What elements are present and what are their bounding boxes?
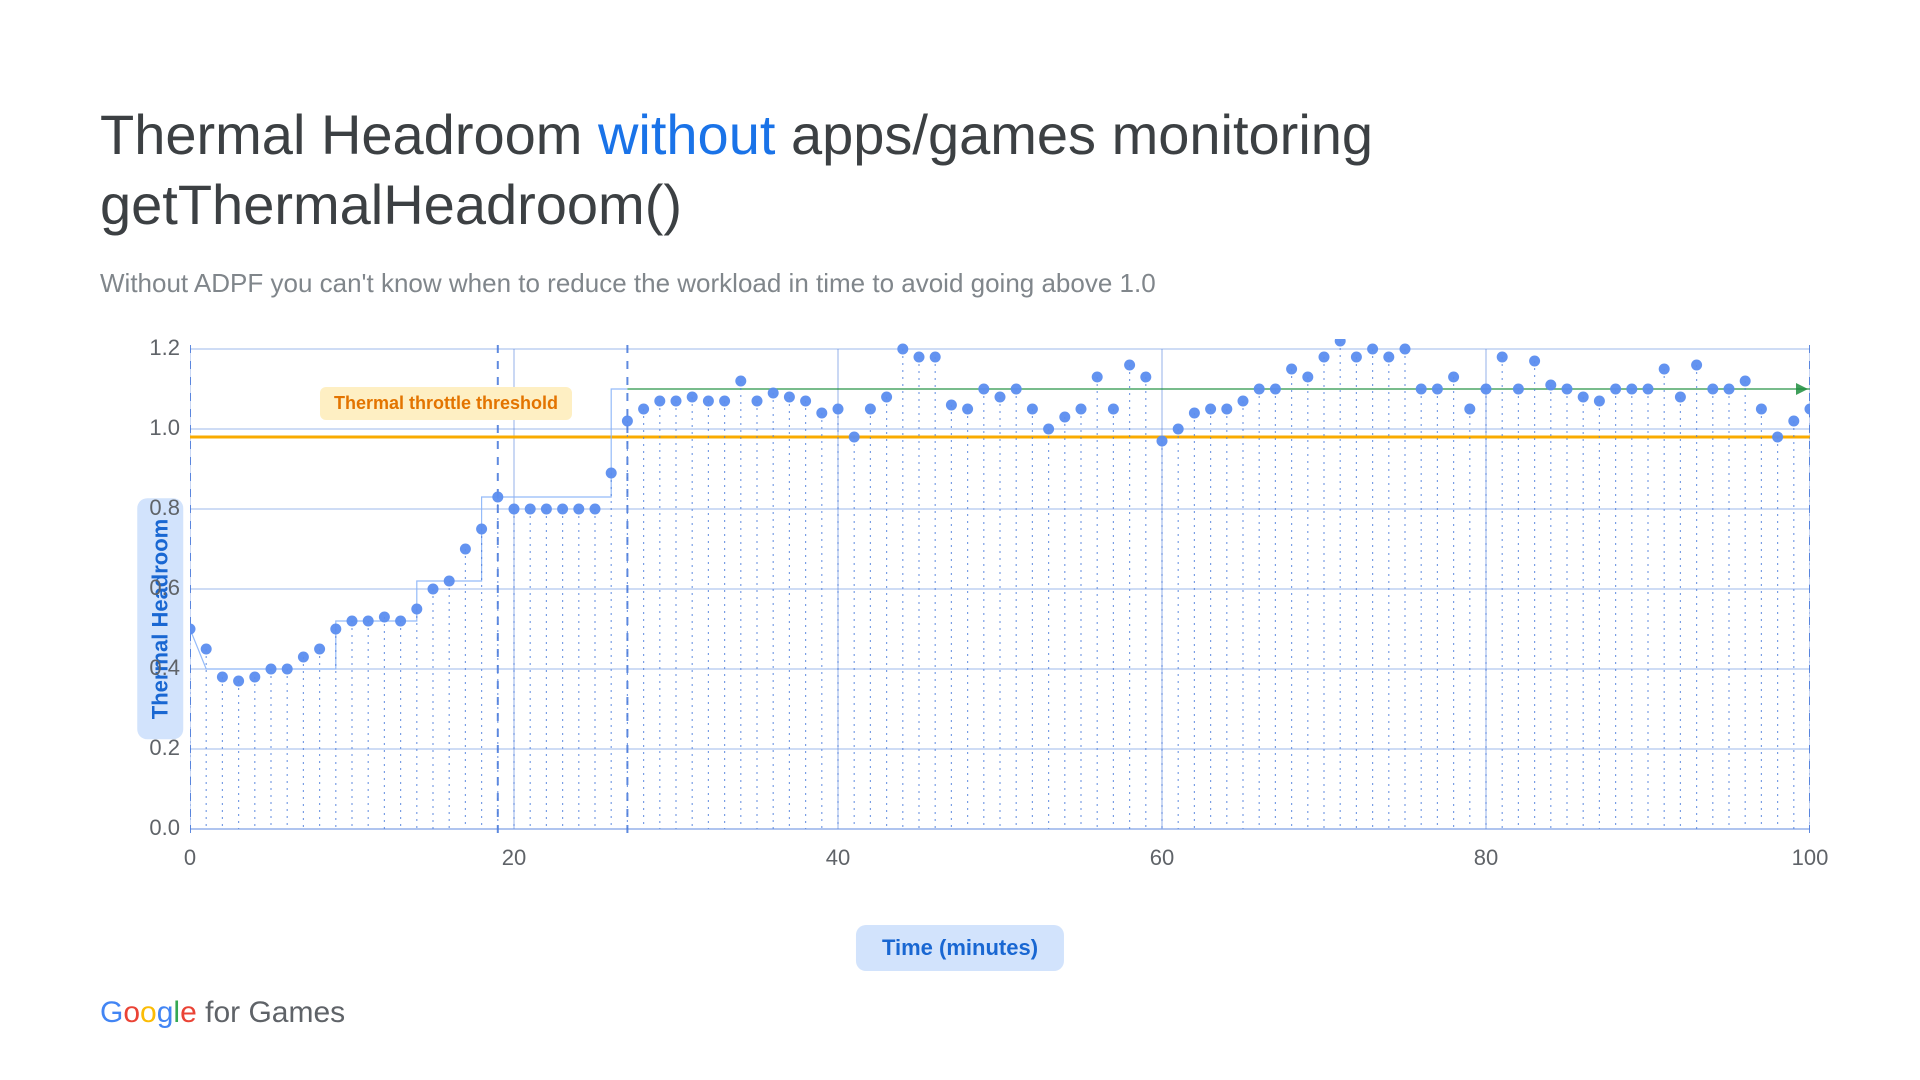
y-tick-label: 0.4 [110, 655, 180, 681]
threshold-label: Thermal throttle threshold [320, 387, 572, 420]
y-tick-label: 1.0 [110, 415, 180, 441]
x-axis-label: Time (minutes) [856, 925, 1064, 971]
chart: Thermal Headroom Thermal throttle thresh… [100, 339, 1820, 899]
footer-suffix: for Games [205, 996, 345, 1029]
y-axis-label: Thermal Headroom [137, 499, 183, 740]
y-tick-label: 0.8 [110, 495, 180, 521]
y-tick-label: 0.0 [110, 815, 180, 841]
slide: Thermal Headroom without apps/games moni… [0, 0, 1920, 1080]
title-prefix: Thermal Headroom [100, 103, 598, 166]
x-tick-label: 40 [818, 845, 858, 871]
plot-area: Thermal throttle threshold 0.00.20.40.60… [190, 339, 1810, 839]
brand-letter-o2: o [140, 996, 157, 1029]
footer-brand: Google for Games [100, 996, 345, 1030]
y-tick-label: 0.2 [110, 735, 180, 761]
brand-letter-g1: G [100, 996, 123, 1029]
x-tick-label: 20 [494, 845, 534, 871]
x-tick-label: 80 [1466, 845, 1506, 871]
title-highlight: without [598, 103, 775, 166]
x-tick-label: 100 [1790, 845, 1830, 871]
slide-title: Thermal Headroom without apps/games moni… [100, 100, 1820, 240]
brand-letter-e: e [180, 996, 197, 1029]
x-tick-label: 60 [1142, 845, 1182, 871]
brand-letter-o1: o [123, 996, 140, 1029]
y-tick-label: 1.2 [110, 335, 180, 361]
brand-letter-g2: g [157, 996, 174, 1029]
x-tick-label: 0 [170, 845, 210, 871]
slide-subtitle: Without ADPF you can't know when to redu… [100, 268, 1820, 299]
y-tick-label: 0.6 [110, 575, 180, 601]
